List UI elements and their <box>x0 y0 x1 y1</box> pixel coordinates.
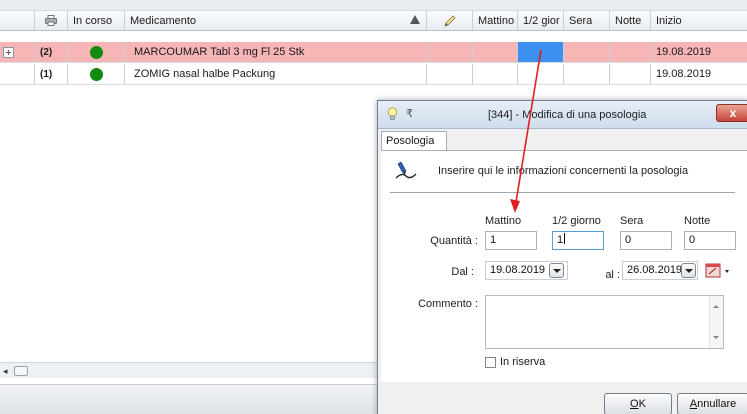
cancel-button[interactable]: Annullare <box>677 393 747 414</box>
scrollbar-thumb[interactable] <box>14 366 28 376</box>
row-medication-name: ZOMIG nasal halbe Packung <box>125 64 427 84</box>
header-notte[interactable]: Notte <box>610 11 651 30</box>
label-mattino: Mattino <box>485 215 522 227</box>
annullare-label: nnullare <box>697 398 737 410</box>
header-mezzo-giorno[interactable]: 1/2 gior <box>518 11 564 30</box>
row-edit-cell[interactable] <box>427 42 473 62</box>
status-dot <box>90 67 103 81</box>
posology-dialog: ₹ [344] - Modifica di una posologia x Po… <box>377 100 747 414</box>
label-quantita: Quantità : <box>430 235 478 247</box>
row-status <box>68 64 125 84</box>
bottom-toolbar <box>0 384 380 414</box>
date-dal-value: 19.08.2019 <box>490 264 546 276</box>
quantity-sera-field[interactable]: 0 <box>620 231 672 250</box>
label-al: al : <box>605 269 620 281</box>
header-edit-col[interactable] <box>427 11 473 30</box>
header-medicamento[interactable]: Medicamento <box>125 11 427 30</box>
status-dot <box>90 45 103 59</box>
label-commento: Commento : <box>418 298 478 310</box>
row-mattino-cell[interactable] <box>473 64 518 84</box>
in-riserva-checkbox[interactable] <box>485 357 496 368</box>
header-medicamento-label: Medicamento <box>130 14 197 27</box>
label-sera: Sera <box>620 215 644 227</box>
row-sera-cell[interactable] <box>564 64 610 84</box>
calendar-icon <box>705 263 729 278</box>
dropdown-icon[interactable] <box>549 263 564 278</box>
pin-icon[interactable]: ₹ <box>406 107 413 120</box>
quantity-notte-field[interactable]: 0 <box>684 231 736 250</box>
row-medication-name: MARCOUMAR Tabl 3 mg Fl 25 Stk <box>125 42 427 62</box>
row-count-label: (2) <box>40 46 53 58</box>
row-expand-cell[interactable] <box>0 42 35 62</box>
row-edit-cell[interactable] <box>427 64 473 84</box>
comment-scrollbar[interactable] <box>709 296 723 348</box>
header-print-col[interactable] <box>35 11 68 30</box>
close-button[interactable]: x <box>716 104 747 122</box>
ok-label: K <box>638 398 646 410</box>
header-sera[interactable]: Sera <box>564 11 610 30</box>
label-notte: Notte <box>684 215 711 227</box>
in-riserva-label: In riserva <box>500 356 546 368</box>
table-row[interactable]: (1) ZOMIG nasal halbe Packung 19.08.2019 <box>0 64 747 85</box>
header-mattino[interactable]: Mattino <box>473 11 518 30</box>
scroll-left-icon[interactable]: ◂ <box>3 366 8 377</box>
close-icon: x <box>729 106 737 120</box>
quantity-mezzo-giorno-value: 1 <box>557 234 564 246</box>
row-count-label: (1) <box>40 68 53 80</box>
row-mezzo-giorno-cell[interactable] <box>518 64 564 84</box>
row-start-date: 19.08.2019 <box>656 68 712 80</box>
horizontal-scrollbar[interactable]: ◂ <box>0 362 380 378</box>
signature-icon <box>395 161 417 179</box>
quantity-sera-value: 0 <box>625 234 632 246</box>
dialog-title: [344] - Modifica di una posologia <box>488 109 647 121</box>
dialog-separator <box>390 192 735 193</box>
row-notte-cell[interactable] <box>610 42 651 62</box>
label-dal: Dal : <box>451 266 474 278</box>
quantity-mattino-value: 1 <box>490 234 497 246</box>
quantity-mattino-field[interactable]: 1 <box>485 231 537 250</box>
calendar-button[interactable] <box>704 261 734 281</box>
row-count: (2) <box>35 42 68 62</box>
table-row[interactable]: (2) MARCOUMAR Tabl 3 mg Fl 25 Stk 19.08.… <box>0 42 747 63</box>
row-start-date: 19.08.2019 <box>656 46 712 58</box>
comment-textarea[interactable] <box>485 295 724 349</box>
lightbulb-icon <box>387 107 398 120</box>
header-inizio[interactable]: Inizio <box>651 11 747 30</box>
ok-button[interactable]: OK <box>604 393 672 414</box>
printer-icon <box>45 15 57 26</box>
annullare-accesskey: A <box>689 398 698 410</box>
label-mezzo-giorno: 1/2 giorno <box>552 215 601 227</box>
row-mezzo-giorno-cell[interactable] <box>518 42 564 62</box>
row-count: (1) <box>35 64 68 84</box>
grid-header: In corso Medicamento Mattino 1/2 gior Se… <box>0 11 747 31</box>
grid-top-strip <box>0 0 747 11</box>
date-al-value: 26.08.2019 <box>627 264 683 276</box>
row-expand-cell <box>0 64 35 84</box>
header-in-corso[interactable]: In corso <box>68 11 125 30</box>
text-caret <box>564 233 566 244</box>
header-expand-col <box>0 11 35 30</box>
row-mattino-cell[interactable] <box>473 42 518 62</box>
dialog-titlebar[interactable]: ₹ [344] - Modifica di una posologia x <box>378 101 747 129</box>
pencil-icon <box>443 14 456 27</box>
dialog-info-text: Inserire qui le informazioni concernenti… <box>438 165 689 177</box>
sort-up-icon <box>410 15 420 24</box>
ok-accesskey: O <box>630 398 639 410</box>
quantity-notte-value: 0 <box>689 234 696 246</box>
scroll-up-icon[interactable] <box>713 305 719 308</box>
row-notte-cell[interactable] <box>610 64 651 84</box>
row-status <box>68 42 125 62</box>
scroll-down-icon[interactable] <box>713 336 719 339</box>
dropdown-icon[interactable] <box>681 263 696 278</box>
row-sera-cell[interactable] <box>564 42 610 62</box>
tab-posologia[interactable]: Posologia <box>381 131 447 151</box>
expand-icon[interactable] <box>3 46 14 58</box>
quantity-mezzo-giorno-field[interactable]: 1 <box>552 231 604 250</box>
